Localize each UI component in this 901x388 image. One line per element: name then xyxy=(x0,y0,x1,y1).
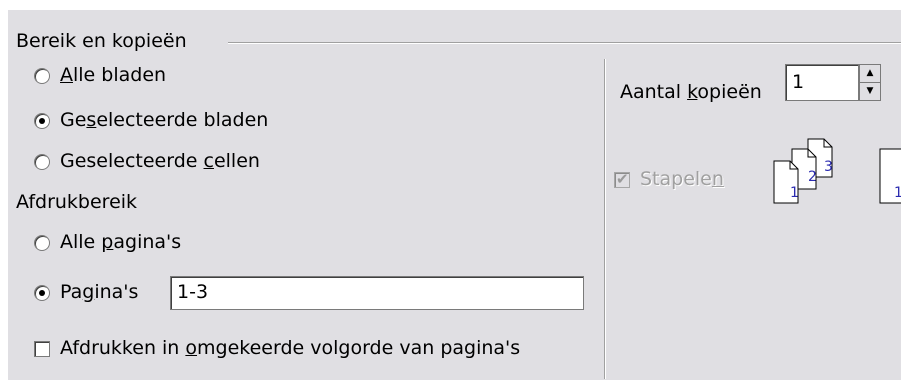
copies-spinner[interactable]: ▲ ▼ xyxy=(859,64,881,101)
collate-page-1: 1 xyxy=(790,185,799,201)
radio-all-sheets-label[interactable]: Alle bladen xyxy=(60,64,166,86)
radio-pages-label[interactable]: Pagina's xyxy=(60,281,138,303)
radio-selected-sheets-label[interactable]: Geselecteerde bladen xyxy=(60,109,268,131)
copies-label: Aantal kopieën xyxy=(620,81,762,103)
spin-up-icon[interactable]: ▲ xyxy=(860,65,880,83)
print-range-heading: Afdrukbereik xyxy=(16,191,138,213)
radio-selected-sheets-circle[interactable] xyxy=(34,113,50,129)
collate-page-2: 2 xyxy=(808,169,817,185)
collate-checkbox-box[interactable]: ✔ xyxy=(614,170,630,188)
group-divider xyxy=(228,42,901,44)
radio-selected-cells-circle[interactable] xyxy=(34,154,50,170)
print-range-copies-panel: Bereik en kopieën Alle bladen Geselectee… xyxy=(8,10,901,380)
collate-page-3: 3 xyxy=(824,159,833,175)
vertical-separator xyxy=(604,59,606,379)
radio-selected-cells-label[interactable]: Geselecteerde cellen xyxy=(60,150,260,172)
check-icon: ✔ xyxy=(616,170,629,188)
pages-input[interactable]: 1-3 xyxy=(170,276,584,310)
radio-all-pages-label[interactable]: Alle pagina's xyxy=(60,231,181,253)
radio-pages-circle[interactable] xyxy=(34,285,50,301)
reverse-order-checkbox-box[interactable] xyxy=(34,341,50,357)
collate-pages-icon: 3 2 1 1 xyxy=(773,138,901,204)
reverse-order-label[interactable]: Afdrukken in omgekeerde volgorde van pag… xyxy=(60,337,520,359)
group-title: Bereik en kopieën xyxy=(16,30,187,52)
collate-label[interactable]: Stapelen xyxy=(640,168,724,190)
copies-input[interactable]: 1 xyxy=(785,64,859,101)
spin-down-icon[interactable]: ▼ xyxy=(860,83,880,100)
radio-all-pages-circle[interactable] xyxy=(34,235,50,251)
collate-next-page-1: 1 xyxy=(894,185,901,201)
radio-all-sheets-circle[interactable] xyxy=(34,68,50,84)
